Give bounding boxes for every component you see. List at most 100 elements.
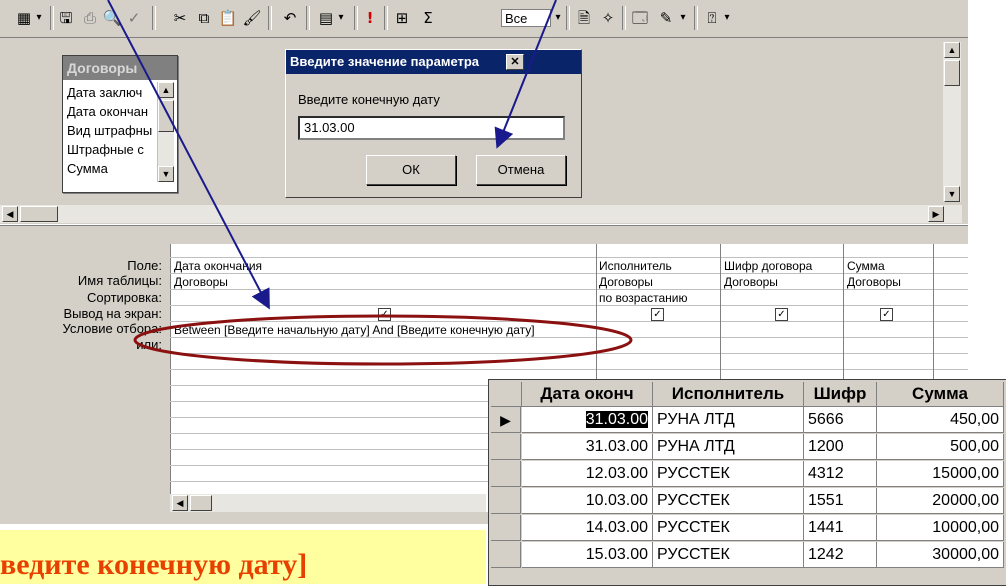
table-pane-vscroll[interactable]: ▲ ▼	[943, 42, 961, 202]
result-cell[interactable]: 10000,00	[877, 515, 1004, 541]
table-pane-hscroll[interactable]: ◀ ▶	[0, 205, 962, 223]
field-item[interactable]: Дата заключ	[63, 83, 159, 102]
result-cell[interactable]: 450,00	[877, 407, 1004, 433]
save-icon[interactable]: 🖫	[56, 7, 76, 29]
grid-sort-cell[interactable]: по возрастанию	[599, 291, 688, 305]
result-cell[interactable]: РУССТЕК	[653, 488, 804, 514]
grid-field-cell[interactable]: Шифр договора	[724, 259, 812, 273]
row-selector[interactable]	[491, 461, 521, 487]
result-cell[interactable]: 1551	[804, 488, 877, 514]
chevron-down-icon[interactable]: ▾	[34, 7, 44, 29]
paste-icon[interactable]: 📋	[218, 7, 238, 29]
database-window-icon[interactable]: 🗔	[630, 7, 650, 29]
grid-field-cell[interactable]: Сумма	[847, 259, 885, 273]
result-cell[interactable]: 500,00	[877, 434, 1004, 460]
grid-field-cell[interactable]: Исполнитель	[599, 259, 672, 273]
scroll-left-icon[interactable]: ◀	[172, 495, 188, 511]
build-icon[interactable]: ✧	[598, 7, 618, 29]
ok-button[interactable]: ОК	[366, 155, 456, 185]
scroll-thumb[interactable]	[944, 60, 960, 86]
result-cell[interactable]: 15000,00	[877, 461, 1004, 487]
query-type-icon[interactable]: ▤	[316, 7, 336, 29]
column-header[interactable]: Дата оконч	[522, 382, 653, 407]
preview-icon[interactable]: 🔍	[102, 7, 122, 29]
result-cell[interactable]: 14.03.00	[522, 515, 653, 541]
show-checkbox[interactable]: ✓	[378, 308, 391, 321]
view-icon[interactable]: ▦	[14, 7, 34, 29]
totals-icon[interactable]: Σ	[418, 7, 438, 29]
close-icon[interactable]: ✕	[506, 54, 524, 70]
result-cell[interactable]: 1441	[804, 515, 877, 541]
grid-field-cell[interactable]: Дата окончания	[174, 259, 262, 273]
scroll-left-icon[interactable]: ◀	[2, 206, 18, 222]
scroll-down-icon[interactable]: ▼	[158, 166, 174, 182]
scroll-up-icon[interactable]: ▲	[158, 82, 174, 98]
table-field-list[interactable]: Договоры Дата заключ Дата окончан Вид шт…	[62, 55, 178, 193]
properties-icon[interactable]: 🗎	[574, 7, 594, 29]
print-icon[interactable]: ⎙	[80, 7, 100, 29]
result-cell[interactable]: 4312	[804, 461, 877, 487]
result-cell[interactable]: 12.03.00	[522, 461, 653, 487]
run-icon[interactable]: !	[362, 7, 378, 29]
scroll-thumb[interactable]	[20, 206, 58, 222]
copy-icon[interactable]: ⧉	[194, 7, 214, 29]
top-values-combo[interactable]: Все	[501, 9, 551, 27]
result-cell[interactable]: 31.03.00	[522, 407, 653, 433]
show-checkbox[interactable]: ✓	[651, 308, 664, 321]
chevron-down-icon[interactable]: ▾	[678, 7, 688, 29]
field-item[interactable]: Штрафные с	[63, 140, 159, 159]
field-item[interactable]: Дата окончан	[63, 102, 159, 121]
end-date-input[interactable]: 31.03.00	[298, 116, 565, 140]
result-cell[interactable]: 5666	[804, 407, 877, 433]
toolbar-separator	[384, 6, 388, 30]
chevron-down-icon[interactable]: ▾	[722, 7, 732, 29]
cut-icon[interactable]: ✂	[170, 7, 190, 29]
scroll-down-icon[interactable]: ▼	[944, 186, 960, 202]
result-cell[interactable]: 15.03.00	[522, 542, 653, 568]
new-object-icon[interactable]: ✎	[656, 7, 676, 29]
result-cell[interactable]: 1200	[804, 434, 877, 460]
result-cell[interactable]: РУССТЕК	[653, 461, 804, 487]
chevron-down-icon[interactable]: ▾	[552, 7, 564, 29]
result-cell[interactable]: 31.03.00	[522, 434, 653, 460]
field-item[interactable]: Сумма	[63, 159, 159, 178]
scroll-thumb[interactable]	[158, 100, 174, 132]
grid-table-cell[interactable]: Договоры	[599, 275, 653, 289]
field-list-scrollbar[interactable]: ▲ ▼	[157, 82, 174, 182]
scroll-up-icon[interactable]: ▲	[944, 42, 960, 58]
show-checkbox[interactable]: ✓	[775, 308, 788, 321]
column-header[interactable]: Исполнитель	[653, 382, 804, 407]
row-selector[interactable]: ▶	[491, 407, 521, 433]
spell-icon[interactable]: ✓	[124, 7, 144, 29]
grid-table-cell[interactable]: Договоры	[724, 275, 778, 289]
row-selector[interactable]	[491, 434, 521, 460]
column-header[interactable]: Сумма	[877, 382, 1004, 407]
result-cell[interactable]: РУССТЕК	[653, 515, 804, 541]
undo-icon[interactable]: ↶	[280, 7, 300, 29]
scroll-thumb[interactable]	[190, 495, 212, 511]
show-checkbox[interactable]: ✓	[880, 308, 893, 321]
result-cell[interactable]: 20000,00	[877, 488, 1004, 514]
result-cell[interactable]: 10.03.00	[522, 488, 653, 514]
result-cell[interactable]: РУНА ЛТД	[653, 407, 804, 433]
cancel-button[interactable]: Отмена	[476, 155, 566, 185]
chevron-down-icon[interactable]: ▾	[336, 7, 346, 29]
result-cell[interactable]: 1242	[804, 542, 877, 568]
dialog-title-bar[interactable]: Введите значение параметра ✕	[286, 50, 581, 74]
result-cell[interactable]: РУССТЕК	[653, 542, 804, 568]
row-selector[interactable]	[491, 488, 521, 514]
field-item[interactable]: Вид штрафны	[63, 121, 159, 140]
grid-table-cell[interactable]: Договоры	[174, 275, 228, 289]
format-painter-icon[interactable]: 🖌	[242, 7, 262, 29]
help-icon[interactable]: ⍰	[702, 7, 722, 29]
column-header[interactable]: Шифр	[804, 382, 877, 407]
scroll-right-icon[interactable]: ▶	[928, 206, 944, 222]
grid-hscroll[interactable]: ◀	[170, 494, 486, 512]
result-cell[interactable]: 30000,00	[877, 542, 1004, 568]
result-cell[interactable]: РУНА ЛТД	[653, 434, 804, 460]
show-table-icon[interactable]: ⊞	[392, 7, 412, 29]
grid-criteria-cell[interactable]: Between [Введите начальную дату] And [Вв…	[174, 323, 535, 337]
grid-table-cell[interactable]: Договоры	[847, 275, 901, 289]
row-selector[interactable]	[491, 542, 521, 568]
row-selector[interactable]	[491, 515, 521, 541]
